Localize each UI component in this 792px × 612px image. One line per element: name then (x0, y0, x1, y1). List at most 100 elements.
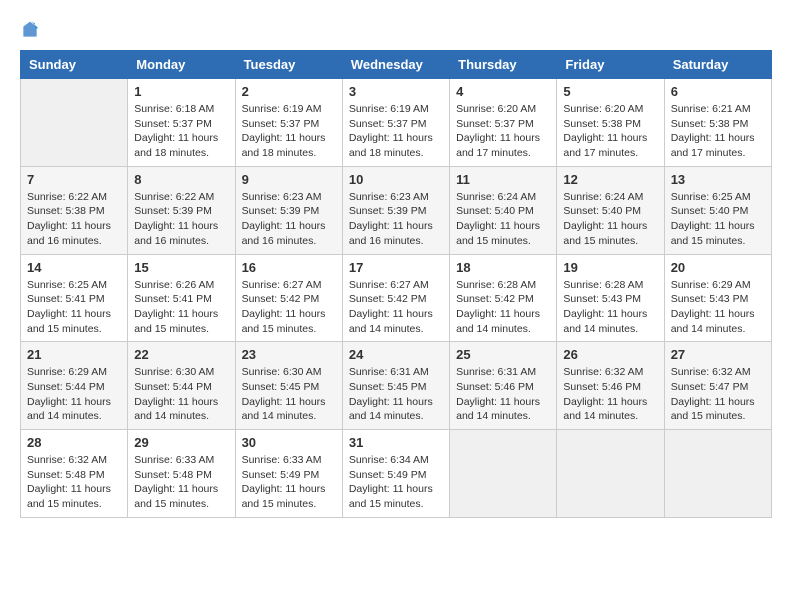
day-number: 8 (134, 172, 228, 187)
calendar-cell (557, 430, 664, 518)
calendar-cell: 21Sunrise: 6:29 AMSunset: 5:44 PMDayligh… (21, 342, 128, 430)
calendar-header-thursday: Thursday (450, 51, 557, 79)
calendar-cell: 23 Sunrise: 6:30 AMSunset: 5:45 PMDayligh… (235, 342, 342, 430)
calendar-cell: 6 Sunrise: 6:21 AMSunset: 5:38 PMDaylight… (664, 79, 771, 167)
day-number: 16 (242, 260, 336, 275)
day-number: 2 (242, 84, 336, 99)
calendar-cell: 13 Sunrise: 6:25 AMSunset: 5:40 PMDayligh… (664, 166, 771, 254)
day-number: 28 (27, 435, 121, 450)
calendar-header-row: SundayMondayTuesdayWednesdayThursdayFrid… (21, 51, 772, 79)
day-number: 10 (349, 172, 443, 187)
calendar-cell (21, 79, 128, 167)
day-info: Sunrise: 6:28 AMSunset: 5:43 PMDaylight:… (563, 278, 657, 337)
day-info: Sunrise: 6:20 AMSunset: 5:37 PMDaylight:… (456, 102, 550, 161)
calendar-cell: 1Sunrise: 6:18 AMSunset: 5:37 PMDaylight… (128, 79, 235, 167)
calendar-header-tuesday: Tuesday (235, 51, 342, 79)
day-info: Sunrise: 6:24 AMSunset: 5:40 PMDaylight:… (456, 190, 550, 249)
calendar-cell: 17 Sunrise: 6:27 AMSunset: 5:42 PMDayligh… (342, 254, 449, 342)
calendar-cell: 28 Sunrise: 6:32 AMSunset: 5:48 PMDayligh… (21, 430, 128, 518)
day-info: Sunrise: 6:21 AMSunset: 5:38 PMDaylight:… (671, 102, 765, 161)
calendar-header-wednesday: Wednesday (342, 51, 449, 79)
day-info: Sunrise: 6:33 AMSunset: 5:48 PMDaylight:… (134, 453, 228, 512)
day-number: 13 (671, 172, 765, 187)
day-info: Sunrise: 6:22 AMSunset: 5:39 PMDaylight:… (134, 190, 228, 249)
calendar-cell: 3 Sunrise: 6:19 AMSunset: 5:37 PMDaylight… (342, 79, 449, 167)
calendar-header-monday: Monday (128, 51, 235, 79)
calendar-cell: 16Sunrise: 6:27 AMSunset: 5:42 PMDayligh… (235, 254, 342, 342)
day-info: Sunrise: 6:30 AMSunset: 5:45 PMDaylight:… (242, 365, 336, 424)
day-number: 3 (349, 84, 443, 99)
day-info: Sunrise: 6:23 AMSunset: 5:39 PMDaylight:… (349, 190, 443, 249)
day-number: 23 (242, 347, 336, 362)
day-number: 20 (671, 260, 765, 275)
day-number: 1 (134, 84, 228, 99)
day-info: Sunrise: 6:31 AMSunset: 5:45 PMDaylight:… (349, 365, 443, 424)
calendar-header-saturday: Saturday (664, 51, 771, 79)
calendar-cell: 15 Sunrise: 6:26 AMSunset: 5:41 PMDayligh… (128, 254, 235, 342)
page-header (20, 20, 772, 40)
calendar-cell: 30 Sunrise: 6:33 AMSunset: 5:49 PMDayligh… (235, 430, 342, 518)
calendar-cell: 19 Sunrise: 6:28 AMSunset: 5:43 PMDayligh… (557, 254, 664, 342)
day-number: 30 (242, 435, 336, 450)
calendar-cell: 29Sunrise: 6:33 AMSunset: 5:48 PMDayligh… (128, 430, 235, 518)
day-info: Sunrise: 6:29 AMSunset: 5:43 PMDaylight:… (671, 278, 765, 337)
calendar-week-row: 7 Sunrise: 6:22 AMSunset: 5:38 PMDaylight… (21, 166, 772, 254)
calendar-cell: 14 Sunrise: 6:25 AMSunset: 5:41 PMDayligh… (21, 254, 128, 342)
calendar-cell: 22 Sunrise: 6:30 AMSunset: 5:44 PMDayligh… (128, 342, 235, 430)
day-info: Sunrise: 6:19 AMSunset: 5:37 PMDaylight:… (349, 102, 443, 161)
day-info: Sunrise: 6:23 AMSunset: 5:39 PMDaylight:… (242, 190, 336, 249)
day-info: Sunrise: 6:28 AMSunset: 5:42 PMDaylight:… (456, 278, 550, 337)
calendar-cell (450, 430, 557, 518)
calendar-cell: 5 Sunrise: 6:20 AMSunset: 5:38 PMDaylight… (557, 79, 664, 167)
calendar: SundayMondayTuesdayWednesdayThursdayFrid… (20, 50, 772, 518)
day-number: 6 (671, 84, 765, 99)
calendar-cell: 4 Sunrise: 6:20 AMSunset: 5:37 PMDaylight… (450, 79, 557, 167)
day-info: Sunrise: 6:32 AMSunset: 5:46 PMDaylight:… (563, 365, 657, 424)
day-number: 25 (456, 347, 550, 362)
day-number: 24 (349, 347, 443, 362)
day-info: Sunrise: 6:25 AMSunset: 5:40 PMDaylight:… (671, 190, 765, 249)
calendar-cell: 24 Sunrise: 6:31 AMSunset: 5:45 PMDayligh… (342, 342, 449, 430)
day-info: Sunrise: 6:32 AMSunset: 5:48 PMDaylight:… (27, 453, 121, 512)
day-info: Sunrise: 6:19 AMSunset: 5:37 PMDaylight:… (242, 102, 336, 161)
calendar-week-row: 1Sunrise: 6:18 AMSunset: 5:37 PMDaylight… (21, 79, 772, 167)
day-info: Sunrise: 6:25 AMSunset: 5:41 PMDaylight:… (27, 278, 121, 337)
calendar-cell: 20 Sunrise: 6:29 AMSunset: 5:43 PMDayligh… (664, 254, 771, 342)
day-info: Sunrise: 6:32 AMSunset: 5:47 PMDaylight:… (671, 365, 765, 424)
day-number: 7 (27, 172, 121, 187)
calendar-header-friday: Friday (557, 51, 664, 79)
day-number: 12 (563, 172, 657, 187)
day-number: 27 (671, 347, 765, 362)
day-info: Sunrise: 6:20 AMSunset: 5:38 PMDaylight:… (563, 102, 657, 161)
calendar-cell: 10 Sunrise: 6:23 AMSunset: 5:39 PMDayligh… (342, 166, 449, 254)
day-info: Sunrise: 6:26 AMSunset: 5:41 PMDaylight:… (134, 278, 228, 337)
calendar-cell: 2 Sunrise: 6:19 AMSunset: 5:37 PMDaylight… (235, 79, 342, 167)
day-number: 18 (456, 260, 550, 275)
day-info: Sunrise: 6:31 AMSunset: 5:46 PMDaylight:… (456, 365, 550, 424)
day-info: Sunrise: 6:30 AMSunset: 5:44 PMDaylight:… (134, 365, 228, 424)
calendar-header-sunday: Sunday (21, 51, 128, 79)
calendar-cell: 12 Sunrise: 6:24 AMSunset: 5:40 PMDayligh… (557, 166, 664, 254)
calendar-cell (664, 430, 771, 518)
day-number: 22 (134, 347, 228, 362)
day-number: 15 (134, 260, 228, 275)
day-number: 5 (563, 84, 657, 99)
day-number: 19 (563, 260, 657, 275)
day-info: Sunrise: 6:29 AMSunset: 5:44 PMDaylight:… (27, 365, 121, 424)
day-info: Sunrise: 6:24 AMSunset: 5:40 PMDaylight:… (563, 190, 657, 249)
calendar-cell: 11 Sunrise: 6:24 AMSunset: 5:40 PMDayligh… (450, 166, 557, 254)
calendar-cell: 7 Sunrise: 6:22 AMSunset: 5:38 PMDaylight… (21, 166, 128, 254)
calendar-cell: 26Sunrise: 6:32 AMSunset: 5:46 PMDayligh… (557, 342, 664, 430)
day-info: Sunrise: 6:34 AMSunset: 5:49 PMDaylight:… (349, 453, 443, 512)
day-number: 14 (27, 260, 121, 275)
calendar-cell: 31 Sunrise: 6:34 AMSunset: 5:49 PMDayligh… (342, 430, 449, 518)
day-number: 11 (456, 172, 550, 187)
day-number: 4 (456, 84, 550, 99)
day-number: 9 (242, 172, 336, 187)
day-info: Sunrise: 6:22 AMSunset: 5:38 PMDaylight:… (27, 190, 121, 249)
logo-icon (20, 20, 40, 40)
day-number: 17 (349, 260, 443, 275)
day-info: Sunrise: 6:33 AMSunset: 5:49 PMDaylight:… (242, 453, 336, 512)
day-number: 31 (349, 435, 443, 450)
day-info: Sunrise: 6:27 AMSunset: 5:42 PMDaylight:… (349, 278, 443, 337)
